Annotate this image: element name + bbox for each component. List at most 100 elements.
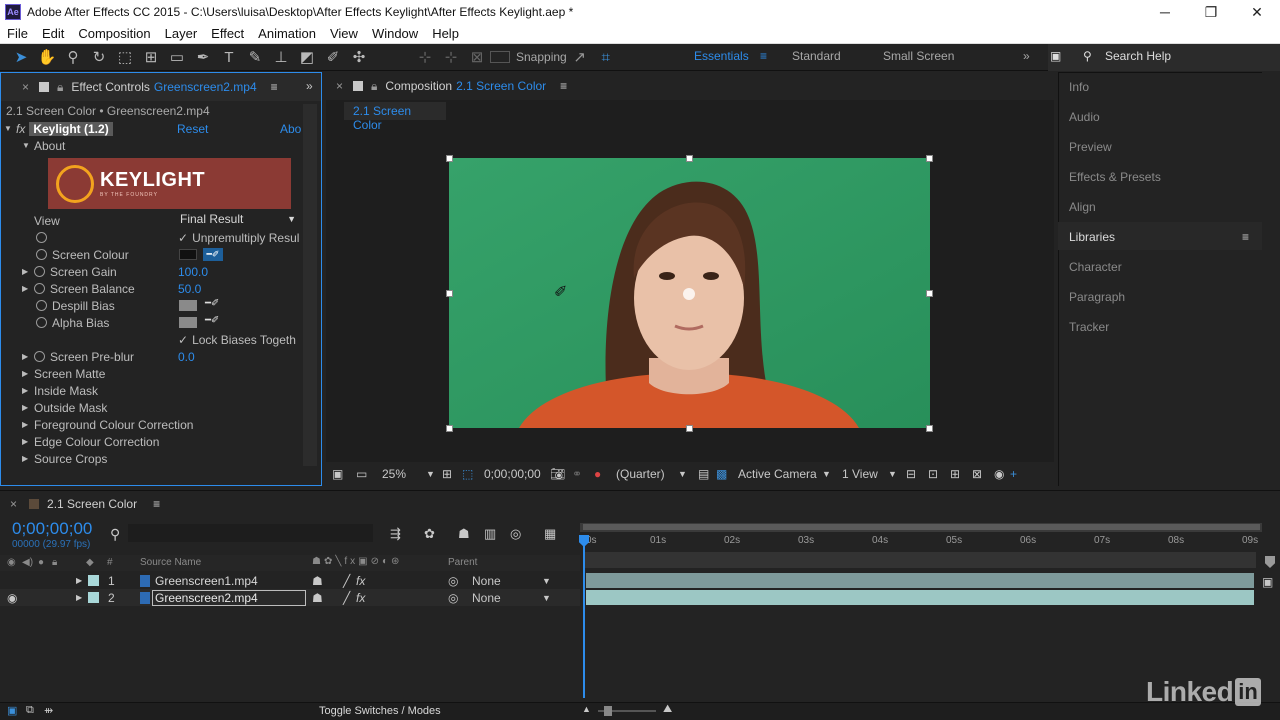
graph-editor-icon[interactable]: ▦ — [544, 526, 556, 542]
workspace-overflow-icon[interactable]: » — [1023, 49, 1030, 63]
menu-file[interactable]: File — [0, 26, 35, 41]
panel-menu-icon[interactable]: ≡ — [153, 497, 160, 511]
snapshot-icon[interactable]: 📷︎ — [550, 467, 572, 481]
snap-feature-icon[interactable]: ⌗ — [593, 45, 619, 69]
menu-effect[interactable]: Effect — [204, 26, 251, 41]
selection-tool-icon[interactable]: ➤ — [8, 45, 34, 69]
comp-timecode[interactable]: 0;00;00;00 — [484, 467, 550, 481]
comp-button-icon[interactable]: ▣ — [1262, 575, 1273, 589]
expand-icon[interactable]: ▶ — [76, 576, 82, 585]
close-button[interactable]: ✕ — [1234, 0, 1280, 24]
world-axis-icon[interactable]: ⊹ — [438, 45, 464, 69]
effect-name[interactable]: Keylight (1.2) — [29, 121, 113, 136]
chevron-down-icon[interactable]: ▼ — [888, 469, 906, 479]
section-outside-mask[interactable]: ▶ Outside Mask — [22, 399, 107, 416]
zoom-in-icon[interactable]: ⛰ — [663, 703, 672, 716]
snapping-checkbox[interactable] — [490, 51, 510, 63]
lock-icon[interactable]: 🔒︎ — [371, 79, 377, 94]
exposure-icon[interactable]: ◉ — [994, 467, 1010, 481]
snap-edge-icon[interactable]: ↗ — [567, 45, 593, 69]
chevron-down-icon[interactable]: ▼ — [542, 576, 551, 586]
transform-handle[interactable] — [926, 425, 933, 432]
label-color-swatch[interactable] — [88, 592, 99, 603]
grid-icon[interactable]: ⊞ — [442, 467, 462, 481]
pan-behind-tool-icon[interactable]: ⊞ — [138, 45, 164, 69]
layer-name[interactable]: Greenscreen1.mp4 — [155, 574, 258, 588]
shy-layers-icon[interactable]: ☗ — [458, 526, 470, 542]
parent-column[interactable]: Parent — [448, 557, 477, 568]
pick-whip-icon[interactable]: ◎ — [448, 591, 458, 605]
shy-switch-icon[interactable]: ☗ — [312, 591, 323, 605]
views-value[interactable]: 1 View — [842, 467, 888, 481]
parent-value[interactable]: None — [472, 591, 501, 605]
panel-character[interactable]: Character — [1069, 260, 1122, 274]
frame-blending-icon[interactable]: ▥ — [484, 526, 496, 542]
fx-icon[interactable]: fx — [16, 122, 25, 136]
menu-composition[interactable]: Composition — [71, 26, 157, 41]
rotate-tool-icon[interactable]: ↻ — [86, 45, 112, 69]
transform-handle[interactable] — [686, 155, 693, 162]
lock-column-icon[interactable]: 🔒︎ — [52, 557, 57, 568]
eye-icon[interactable]: ◉ — [7, 557, 16, 568]
menu-layer[interactable]: Layer — [158, 26, 205, 41]
menu-animation[interactable]: Animation — [251, 26, 323, 41]
pick-whip-icon[interactable]: ◎ — [448, 574, 458, 588]
hand-tool-icon[interactable]: ✋ — [34, 45, 60, 69]
chevron-down-icon[interactable]: ▼ — [426, 469, 442, 479]
layer-search-input[interactable] — [128, 524, 373, 542]
panel-overflow-icon[interactable]: » — [306, 79, 313, 93]
about-expand-icon[interactable]: ▼ — [22, 141, 34, 150]
panel-paragraph[interactable]: Paragraph — [1069, 290, 1125, 304]
comp-mini-flowchart-icon[interactable]: ⇶ — [390, 526, 401, 542]
clone-stamp-tool-icon[interactable]: ⊥ — [268, 45, 294, 69]
layer-duration-bar[interactable] — [586, 573, 1254, 588]
stopwatch-icon[interactable] — [36, 249, 47, 260]
quality-switch-icon[interactable]: ╱ — [343, 574, 350, 588]
collapse-icon[interactable]: ▼ — [4, 124, 16, 133]
expand-icon[interactable]: ▶ — [22, 267, 34, 276]
audio-icon[interactable]: ◀) — [22, 557, 33, 568]
zoom-out-icon[interactable]: ▲ — [582, 704, 591, 714]
layer-duration-bar[interactable] — [586, 590, 1254, 605]
panel-effects-presets[interactable]: Effects & Presets — [1069, 170, 1161, 184]
always-preview-icon[interactable]: ▣ — [332, 467, 356, 481]
search-icon[interactable]: ⚲ — [110, 526, 120, 543]
monitor-icon[interactable]: ▭ — [356, 467, 378, 481]
workspace-menu-icon[interactable]: ≡ — [760, 49, 767, 63]
camera-value[interactable]: Active Camera — [738, 467, 822, 481]
stopwatch-icon[interactable] — [34, 283, 45, 294]
panel-info[interactable]: Info — [1069, 80, 1089, 94]
resolution-value[interactable]: (Quarter) — [616, 467, 678, 481]
workspace-small-screen[interactable]: Small Screen — [883, 49, 954, 63]
solo-icon[interactable]: ● — [38, 557, 44, 568]
effect-controls-file[interactable]: Greenscreen2.mp4 — [154, 80, 257, 94]
composition-navigator-tab[interactable]: 2.1 Screen Color — [344, 102, 446, 132]
local-axis-icon[interactable]: ⊹ — [412, 45, 438, 69]
panel-audio[interactable]: Audio — [1069, 110, 1100, 124]
transform-handle[interactable] — [926, 155, 933, 162]
add-icon[interactable]: + — [1010, 467, 1017, 481]
screen-preblur-value[interactable]: 0.0 — [178, 350, 195, 364]
workspace-essentials[interactable]: Essentials — [694, 49, 749, 63]
parent-value[interactable]: None — [472, 574, 501, 588]
shy-switch-icon[interactable]: ☗ — [312, 574, 323, 588]
fx-switch-icon[interactable]: fx — [356, 591, 365, 605]
stopwatch-icon[interactable] — [36, 317, 47, 328]
view-dropdown[interactable]: Final Result ▼ — [180, 212, 296, 229]
chevron-down-icon[interactable]: ▼ — [822, 469, 842, 479]
panel-menu-icon[interactable]: ≡ — [1242, 230, 1249, 244]
share-icon[interactable]: ⊠ — [972, 467, 994, 481]
eyedropper-icon[interactable]: ━✐ — [205, 298, 219, 309]
zoom-value[interactable]: 25% — [382, 467, 426, 481]
composition-close-icon[interactable]: × — [336, 79, 343, 93]
reset-link[interactable]: Reset — [177, 122, 208, 136]
timeline-layer-row[interactable]: ▶ 1 Greenscreen1.mp4 ☗ ╱ fx ◎ None ▼ — [0, 572, 580, 589]
work-area-range[interactable] — [583, 524, 1260, 530]
menu-view[interactable]: View — [323, 26, 365, 41]
layer-name[interactable]: Greenscreen2.mp4 — [155, 591, 258, 605]
composition-viewer[interactable] — [449, 158, 930, 428]
fast-previews-icon[interactable]: ▤ — [698, 467, 716, 481]
transform-handle[interactable] — [686, 425, 693, 432]
stopwatch-icon[interactable] — [36, 300, 47, 311]
panel-tracker[interactable]: Tracker — [1069, 320, 1109, 334]
